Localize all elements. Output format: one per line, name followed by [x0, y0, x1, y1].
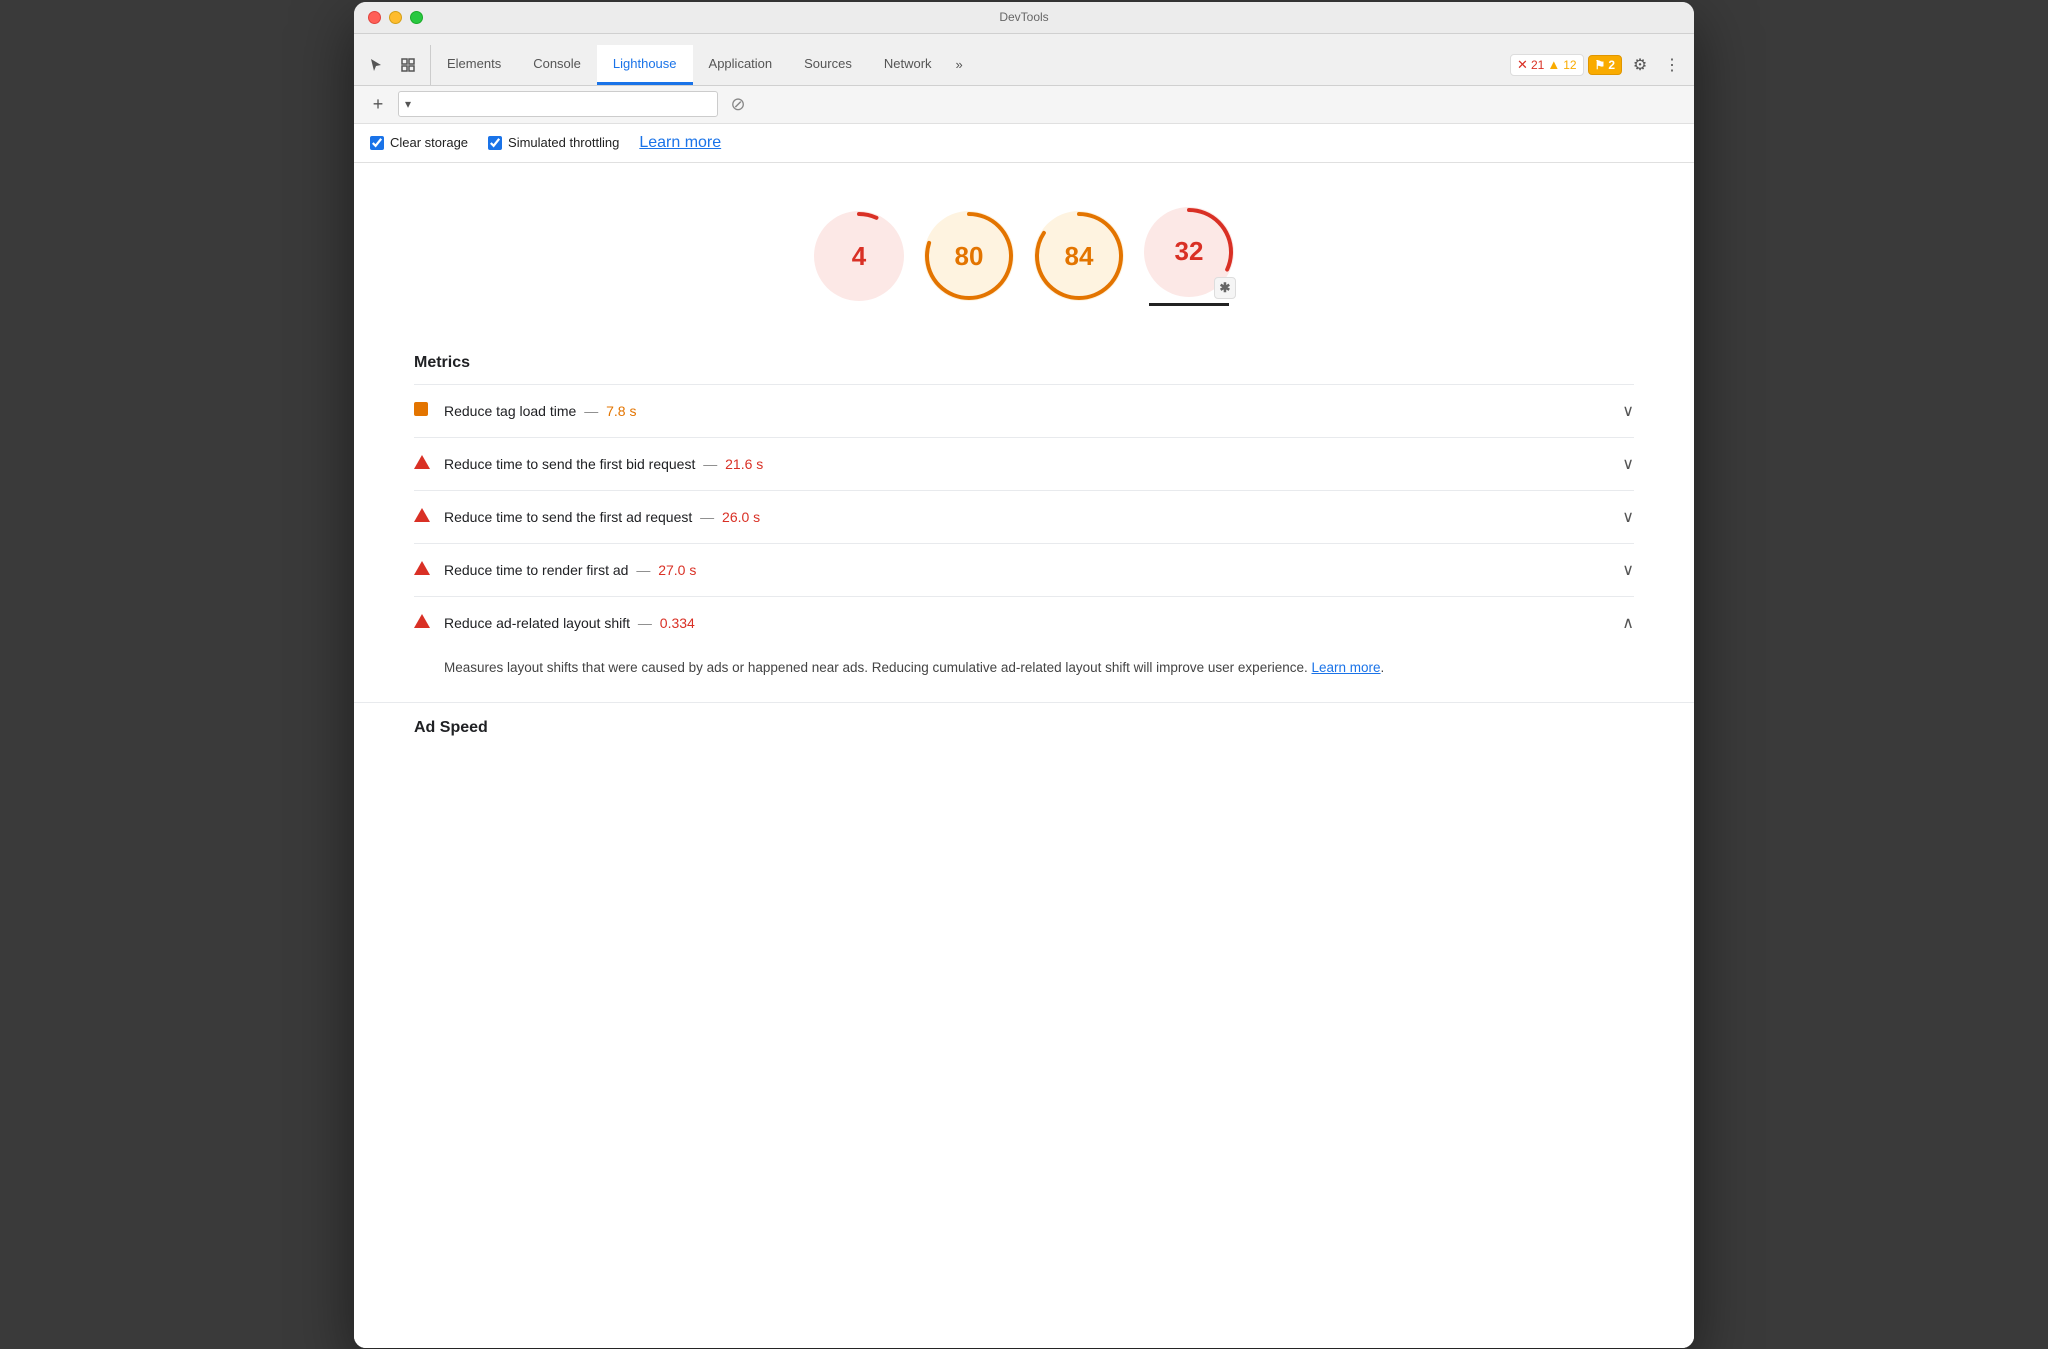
chevron-down-icon-2: ∨ — [1622, 454, 1634, 474]
chevron-down-icon-3: ∨ — [1622, 507, 1634, 527]
score-value-3: 84 — [1065, 241, 1094, 272]
add-button[interactable]: + — [366, 92, 390, 116]
score-value-2: 80 — [955, 241, 984, 272]
metrics-title: Metrics — [414, 338, 1634, 384]
score-circle-value-4: 32 ✱ — [1144, 207, 1234, 297]
metric-value-5: 0.334 — [660, 615, 695, 631]
plugin-badge: ✱ — [1214, 277, 1236, 299]
triangle-icon-5 — [414, 614, 430, 628]
triangle-icon-3 — [414, 508, 430, 522]
score-circle-value-1: 4 — [814, 211, 904, 301]
block-requests-icon[interactable]: ⊘ — [726, 92, 750, 116]
info-badge[interactable]: ⚑ 2 — [1588, 55, 1622, 75]
chevron-down-icon-1: ∨ — [1622, 401, 1634, 421]
metric-label-3: Reduce time to send the first ad request… — [444, 509, 1610, 525]
devtools-body: Elements Console Lighthouse Application … — [354, 34, 1694, 1348]
metric-label-1: Reduce tag load time — 7.8 s — [444, 403, 1610, 419]
maximize-button[interactable] — [410, 11, 423, 24]
metric-label-4: Reduce time to render first ad — 27.0 s — [444, 562, 1610, 578]
tab-sources[interactable]: Sources — [788, 45, 868, 85]
triangle-icon — [414, 455, 430, 469]
triangle-icon-4 — [414, 561, 430, 575]
chevron-up-icon-5: ∧ — [1622, 613, 1634, 633]
plugin-icon: ✱ — [1220, 280, 1231, 296]
metric-value-3: 26.0 s — [722, 509, 760, 525]
score-value-1: 4 — [852, 241, 866, 272]
tab-application[interactable]: Application — [693, 45, 789, 85]
metric-icon-5 — [414, 614, 432, 632]
metric-row-1[interactable]: Reduce tag load time — 7.8 s ∨ — [414, 384, 1634, 437]
simulated-throttling-checkbox[interactable] — [488, 136, 502, 150]
metric-row-3[interactable]: Reduce time to send the first ad request… — [414, 490, 1634, 543]
tab-elements[interactable]: Elements — [431, 45, 517, 85]
metric-value-4: 27.0 s — [658, 562, 696, 578]
score-circle-3: 84 — [1034, 211, 1124, 301]
score-circle-2: 80 — [924, 211, 1014, 301]
metric-icon-3 — [414, 508, 432, 526]
close-button[interactable] — [368, 11, 381, 24]
minimize-button[interactable] — [389, 11, 402, 24]
tab-network[interactable]: Network — [868, 45, 948, 85]
tab-bar: Elements Console Lighthouse Application … — [354, 34, 1694, 86]
ad-speed-title: Ad Speed — [414, 703, 1634, 749]
titlebar: DevTools — [354, 2, 1694, 34]
metric-expanded-content: Measures layout shifts that were caused … — [414, 649, 1634, 687]
metric-label-5: Reduce ad-related layout shift — 0.334 — [444, 615, 1610, 631]
tab-lighthouse[interactable]: Lighthouse — [597, 45, 693, 85]
metric-value-1: 7.8 s — [606, 403, 636, 419]
score-circle-value-2: 80 — [924, 211, 1014, 301]
tabbar-right-controls: ✕ 21 ▲ 12 ⚑ 2 ⚙ ⋮ — [1510, 51, 1686, 85]
metric-icon-1 — [414, 402, 432, 420]
score-circle-1: 4 — [814, 211, 904, 301]
clear-storage-option[interactable]: Clear storage — [370, 135, 468, 150]
ad-speed-section: Ad Speed — [354, 702, 1694, 765]
score-circle-value-3: 84 — [1034, 211, 1124, 301]
metric-icon-4 — [414, 561, 432, 579]
square-icon — [414, 402, 428, 416]
main-content: 4 80 — [354, 163, 1694, 1348]
cursor-icon[interactable] — [362, 51, 390, 79]
metric-row-5-header[interactable]: Reduce ad-related layout shift — 0.334 ∧ — [414, 597, 1634, 649]
devtools-window: DevTools — [354, 2, 1694, 1348]
scores-area: 4 80 — [354, 183, 1694, 338]
tab-console[interactable]: Console — [517, 45, 597, 85]
tab-bar-tools — [362, 45, 431, 85]
tabs-container: Elements Console Lighthouse Application … — [431, 33, 1510, 85]
inspect-icon[interactable] — [394, 51, 422, 79]
score-value-4: 32 — [1175, 236, 1204, 267]
metric-value-2: 21.6 s — [725, 456, 763, 472]
score-circle-4: 32 ✱ — [1144, 207, 1234, 306]
options-bar: Clear storage Simulated throttling Learn… — [354, 124, 1694, 163]
metric-learn-more-link[interactable]: Learn more — [1311, 660, 1380, 675]
metrics-section: Metrics Reduce tag load time — 7.8 s ∨ — [354, 338, 1694, 703]
metric-icon-2 — [414, 455, 432, 473]
metric-row-2[interactable]: Reduce time to send the first bid reques… — [414, 437, 1634, 490]
clear-storage-checkbox[interactable] — [370, 136, 384, 150]
metric-label-2: Reduce time to send the first bid reques… — [444, 456, 1610, 472]
url-input[interactable]: ▾ — [398, 91, 718, 117]
simulated-throttling-option[interactable]: Simulated throttling — [488, 135, 619, 150]
chevron-down-icon-4: ∨ — [1622, 560, 1634, 580]
learn-more-link[interactable]: Learn more — [639, 134, 721, 152]
tab-more-button[interactable]: » — [948, 45, 971, 85]
metric-row-5-expanded: Reduce ad-related layout shift — 0.334 ∧… — [414, 596, 1634, 703]
error-warning-badge[interactable]: ✕ 21 ▲ 12 — [1510, 54, 1584, 76]
more-options-icon[interactable]: ⋮ — [1658, 51, 1686, 79]
window-controls — [368, 11, 423, 24]
url-dropdown[interactable]: ▾ — [405, 97, 411, 111]
active-score-underline — [1149, 303, 1229, 306]
metric-row-4[interactable]: Reduce time to render first ad — 27.0 s … — [414, 543, 1634, 596]
window-title: DevTools — [999, 10, 1048, 24]
toolbar: + ▾ ⊘ — [354, 86, 1694, 124]
settings-icon[interactable]: ⚙ — [1626, 51, 1654, 79]
